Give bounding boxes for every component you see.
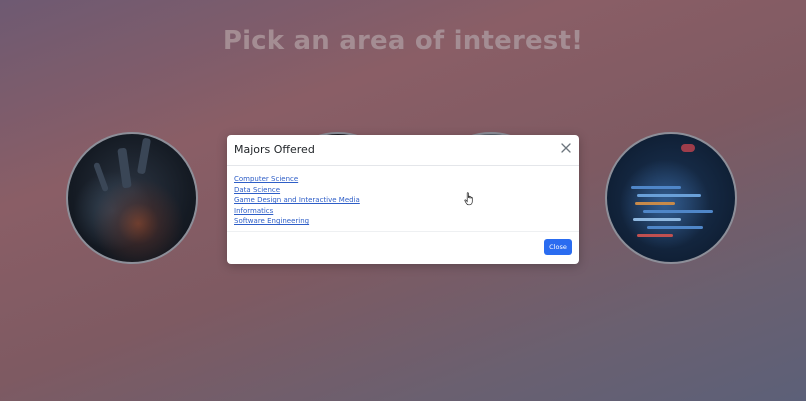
modal-header: Majors Offered [227,135,579,166]
modal-title: Majors Offered [234,143,315,156]
page-title: Pick an area of interest! [222,26,584,56]
majors-modal: Majors Offered Computer Science Data Sci… [227,135,579,264]
major-link-computer-science[interactable]: Computer Science [234,174,360,185]
major-link-software-engineering[interactable]: Software Engineering [234,216,360,227]
majors-list: Computer Science Data Science Game Desig… [234,174,360,227]
major-link-informatics[interactable]: Informatics [234,206,360,217]
major-link-game-design[interactable]: Game Design and Interactive Media [234,195,360,206]
modal-footer [227,231,579,232]
close-button[interactable]: Close [544,239,572,255]
close-icon[interactable] [559,141,573,155]
area-card-image-1[interactable] [66,132,198,264]
major-link-data-science[interactable]: Data Science [234,185,360,196]
hand-cursor-icon [464,192,473,206]
area-card-image-4[interactable] [605,132,737,264]
